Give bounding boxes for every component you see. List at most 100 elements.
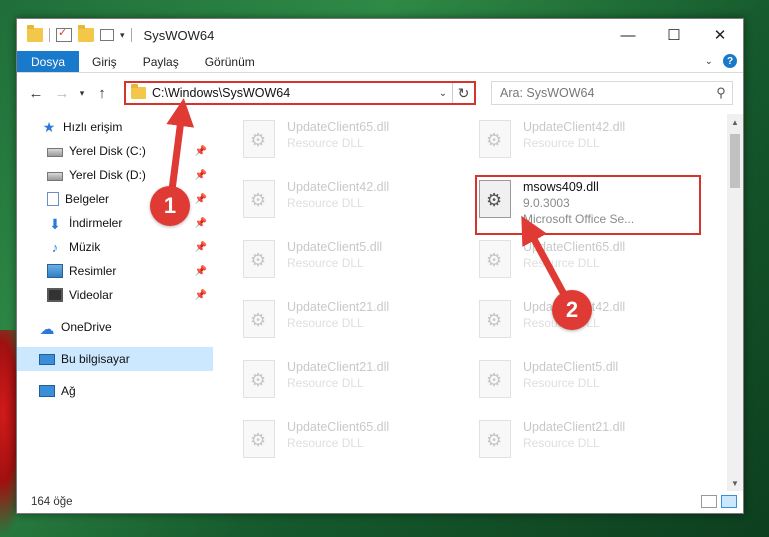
navigation-pane: ★ Hızlı erişim Yerel Disk (C:) 📌 Yerel D… bbox=[17, 114, 213, 491]
pin-icon: 📌 bbox=[194, 145, 207, 157]
scroll-up-icon[interactable]: ▲ bbox=[727, 114, 743, 130]
scrollbar-thumb[interactable] bbox=[730, 134, 740, 188]
properties-icon[interactable] bbox=[56, 26, 72, 42]
minimize-button[interactable]: — bbox=[605, 19, 651, 51]
vertical-scrollbar[interactable]: ▲ ▼ bbox=[727, 114, 743, 491]
sidebar-item-quick-access[interactable]: ★ Hızlı erişim bbox=[17, 115, 213, 139]
chevron-down-icon[interactable]: ⌄ bbox=[434, 88, 452, 99]
forward-arrow-icon[interactable]: → bbox=[49, 85, 75, 102]
address-bar[interactable]: C:\Windows\SysWOW64 ⌄ ↻ bbox=[124, 81, 476, 105]
dll-file-icon bbox=[243, 180, 275, 218]
pin-icon: 📌 bbox=[194, 265, 207, 277]
file-item[interactable]: UpdateClient42.dll Resource DLL bbox=[453, 114, 687, 168]
file-item[interactable]: UpdateClient21.dll Resource DLL bbox=[217, 354, 451, 408]
dll-file-icon bbox=[479, 420, 511, 458]
sidebar-item-local-disk-d[interactable]: Yerel Disk (D:) 📌 bbox=[17, 163, 213, 187]
disk-icon bbox=[47, 147, 63, 157]
dll-file-icon bbox=[243, 120, 275, 158]
file-name: UpdateClient21.dll bbox=[523, 420, 626, 434]
back-arrow-icon[interactable]: ← bbox=[23, 85, 49, 102]
onedrive-icon: ☁ bbox=[39, 321, 55, 338]
file-type: Resource DLL bbox=[287, 196, 364, 210]
file-explorer-window: ▾ SysWOW64 — ☐ ✕ Dosya Giriş Paylaş Görü… bbox=[16, 18, 744, 514]
sidebar-item-label: OneDrive bbox=[61, 320, 112, 334]
details-view-icon[interactable] bbox=[701, 495, 717, 508]
pin-icon: 📌 bbox=[194, 169, 207, 181]
file-name: UpdateClient5.dll bbox=[287, 240, 383, 254]
toolbar-divider bbox=[49, 28, 50, 42]
file-name: UpdateClient21.dll bbox=[287, 300, 390, 314]
file-item[interactable]: UpdateClient5.dll Resource DLL bbox=[453, 354, 687, 408]
tab-share[interactable]: Paylaş bbox=[130, 51, 192, 72]
sidebar-item-this-pc[interactable]: Bu bilgisayar bbox=[17, 347, 213, 371]
file-item[interactable]: UpdateClient42.dll Resource DLL bbox=[217, 174, 451, 228]
customize-toolbar-icon[interactable] bbox=[100, 29, 114, 41]
quick-access-toolbar: ▾ bbox=[17, 25, 132, 42]
documents-icon bbox=[47, 192, 59, 206]
file-item[interactable]: UpdateClient65.dll Resource DLL bbox=[453, 234, 687, 288]
explorer-body: ★ Hızlı erişim Yerel Disk (C:) 📌 Yerel D… bbox=[17, 114, 743, 491]
file-item[interactable]: UpdateClient5.dll Resource DLL bbox=[217, 234, 451, 288]
ribbon-right-controls: ⌄ ? bbox=[705, 54, 737, 68]
sidebar-item-onedrive[interactable]: ☁ OneDrive bbox=[17, 315, 213, 339]
file-item[interactable]: UpdateClient21.dll Resource DLL bbox=[217, 294, 451, 348]
address-path[interactable]: C:\Windows\SysWOW64 bbox=[152, 86, 434, 100]
file-type: Resource DLL bbox=[287, 316, 364, 330]
disk-icon bbox=[47, 171, 63, 181]
dll-file-icon bbox=[479, 120, 511, 158]
tab-view[interactable]: Görünüm bbox=[192, 51, 268, 72]
help-icon[interactable]: ? bbox=[723, 54, 737, 68]
file-item[interactable]: UpdateClient65.dll Resource DLL bbox=[217, 114, 451, 168]
sidebar-item-pictures[interactable]: Resimler 📌 bbox=[17, 259, 213, 283]
sidebar-item-local-disk-c[interactable]: Yerel Disk (C:) 📌 bbox=[17, 139, 213, 163]
file-type: Resource DLL bbox=[523, 256, 600, 270]
folder-icon bbox=[27, 25, 43, 42]
file-item[interactable]: UpdateClient21.dll Resource DLL bbox=[453, 414, 687, 468]
maximize-button[interactable]: ☐ bbox=[651, 19, 697, 51]
tab-home[interactable]: Giriş bbox=[79, 51, 130, 72]
this-pc-icon bbox=[39, 353, 55, 365]
ribbon-tabs: Dosya Giriş Paylaş Görünüm ⌄ ? bbox=[17, 51, 743, 73]
file-name: UpdateClient42.dll bbox=[523, 120, 626, 134]
folder-icon bbox=[131, 84, 146, 99]
sidebar-item-music[interactable]: ♪ Müzik 📌 bbox=[17, 235, 213, 259]
title-bar: ▾ SysWOW64 — ☐ ✕ bbox=[17, 19, 743, 51]
dll-file-icon bbox=[243, 240, 275, 278]
expand-ribbon-icon[interactable]: ⌄ bbox=[705, 56, 713, 67]
pictures-icon bbox=[47, 264, 63, 278]
search-input[interactable]: Ara: SysWOW64 bbox=[500, 86, 710, 100]
file-type: Resource DLL bbox=[523, 376, 600, 390]
new-folder-icon[interactable] bbox=[78, 25, 94, 42]
search-icon[interactable]: ⚲ bbox=[710, 85, 732, 101]
file-type: Resource DLL bbox=[523, 136, 600, 150]
search-box[interactable]: Ara: SysWOW64 ⚲ bbox=[491, 81, 733, 105]
pin-icon: 📌 bbox=[194, 193, 207, 205]
tab-file[interactable]: Dosya bbox=[17, 51, 80, 72]
pin-icon: 📌 bbox=[194, 217, 207, 229]
file-name: UpdateClient65.dll bbox=[287, 420, 390, 434]
scroll-down-icon[interactable]: ▼ bbox=[727, 475, 743, 491]
sidebar-item-network[interactable]: Ağ bbox=[17, 379, 213, 403]
refresh-icon[interactable]: ↻ bbox=[452, 83, 474, 103]
view-switcher bbox=[701, 495, 737, 508]
file-name: UpdateClient5.dll bbox=[523, 360, 619, 374]
close-button[interactable]: ✕ bbox=[697, 19, 743, 51]
videos-icon bbox=[47, 288, 63, 302]
sidebar-item-label: Bu bilgisayar bbox=[61, 352, 130, 366]
sidebar-item-label: Ağ bbox=[61, 384, 76, 398]
file-type: Resource DLL bbox=[287, 376, 364, 390]
recent-locations-icon[interactable]: ▾ bbox=[75, 88, 89, 99]
large-icons-view-icon[interactable] bbox=[721, 495, 737, 508]
file-type: Resource DLL bbox=[287, 136, 364, 150]
downloads-icon: ⬇ bbox=[49, 216, 61, 232]
music-icon: ♪ bbox=[51, 240, 59, 255]
sidebar-item-label: Resimler bbox=[69, 264, 117, 278]
dll-file-icon bbox=[243, 420, 275, 458]
up-arrow-icon[interactable]: ↑ bbox=[89, 85, 115, 102]
pin-icon: 📌 bbox=[194, 289, 207, 301]
toolbar-dropdown-icon[interactable]: ▾ bbox=[120, 30, 125, 41]
window-controls: — ☐ ✕ bbox=[605, 19, 743, 51]
sidebar-item-videos[interactable]: Videolar 📌 bbox=[17, 283, 213, 307]
file-item[interactable]: UpdateClient65.dll Resource DLL bbox=[217, 414, 451, 468]
network-icon bbox=[39, 385, 55, 397]
